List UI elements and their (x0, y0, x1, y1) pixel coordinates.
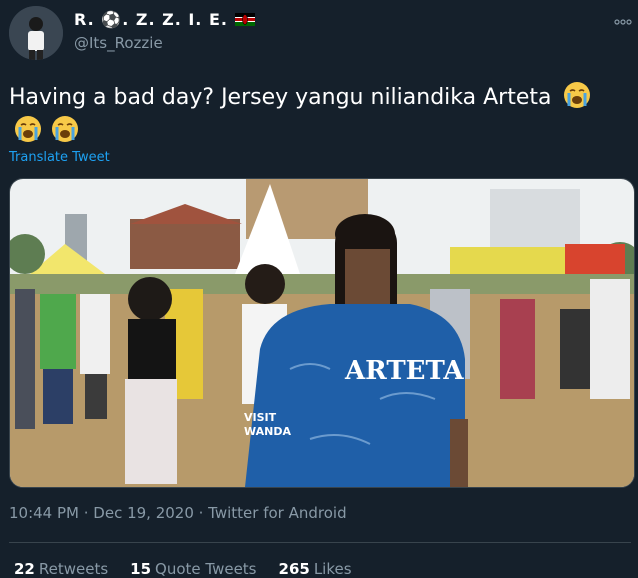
tweet-timestamp[interactable]: 10:44 PM · Dec 19, 2020 · Twitter for An… (9, 504, 347, 522)
likes-label: Likes (313, 560, 352, 578)
tweet-stats: 22 Retweets 15 Quote Tweets 265 Likes (14, 560, 352, 578)
name-row: R. ⚽. Z. Z. I. E. (74, 10, 255, 29)
avatar[interactable] (9, 6, 63, 60)
tweet-body: Having a bad day? Jersey yangu niliandik… (9, 85, 552, 110)
crying-face-emoji-icon (52, 116, 78, 142)
sleeve-text-2: WANDA (244, 425, 291, 438)
quote-tweets-count: 15 (130, 560, 152, 578)
retweets-label: Retweets (38, 560, 109, 578)
tweet-photo[interactable]: ARTETA VISIT WANDA (9, 178, 635, 488)
display-name[interactable]: R. ⚽. Z. Z. I. E. (74, 10, 228, 29)
divider (9, 542, 631, 543)
quote-tweets-label: Quote Tweets (155, 560, 257, 578)
jersey-name-text: ARTETA (344, 356, 464, 386)
retweets-count: 22 (14, 560, 35, 578)
sleeve-text-1: VISIT (244, 411, 277, 424)
quote-tweets-stat[interactable]: 15 Quote Tweets (130, 560, 256, 578)
crying-face-emoji-icon (15, 116, 41, 142)
likes-count: 265 (278, 560, 310, 578)
crying-face-emoji-icon (564, 82, 591, 108)
kenya-flag-icon (234, 13, 255, 26)
user-handle[interactable]: @Its_Rozzie (74, 34, 163, 52)
retweets-stat[interactable]: 22 Retweets (14, 560, 108, 578)
avatar-image (9, 6, 63, 60)
crowd-photo: ARTETA VISIT WANDA (10, 179, 634, 487)
likes-stat[interactable]: 265 Likes (279, 560, 352, 578)
tweet-text: Having a bad day? Jersey yangu niliandik… (9, 80, 631, 148)
translate-tweet-link[interactable]: Translate Tweet (9, 150, 110, 165)
more-horizontal-icon[interactable] (614, 14, 632, 28)
